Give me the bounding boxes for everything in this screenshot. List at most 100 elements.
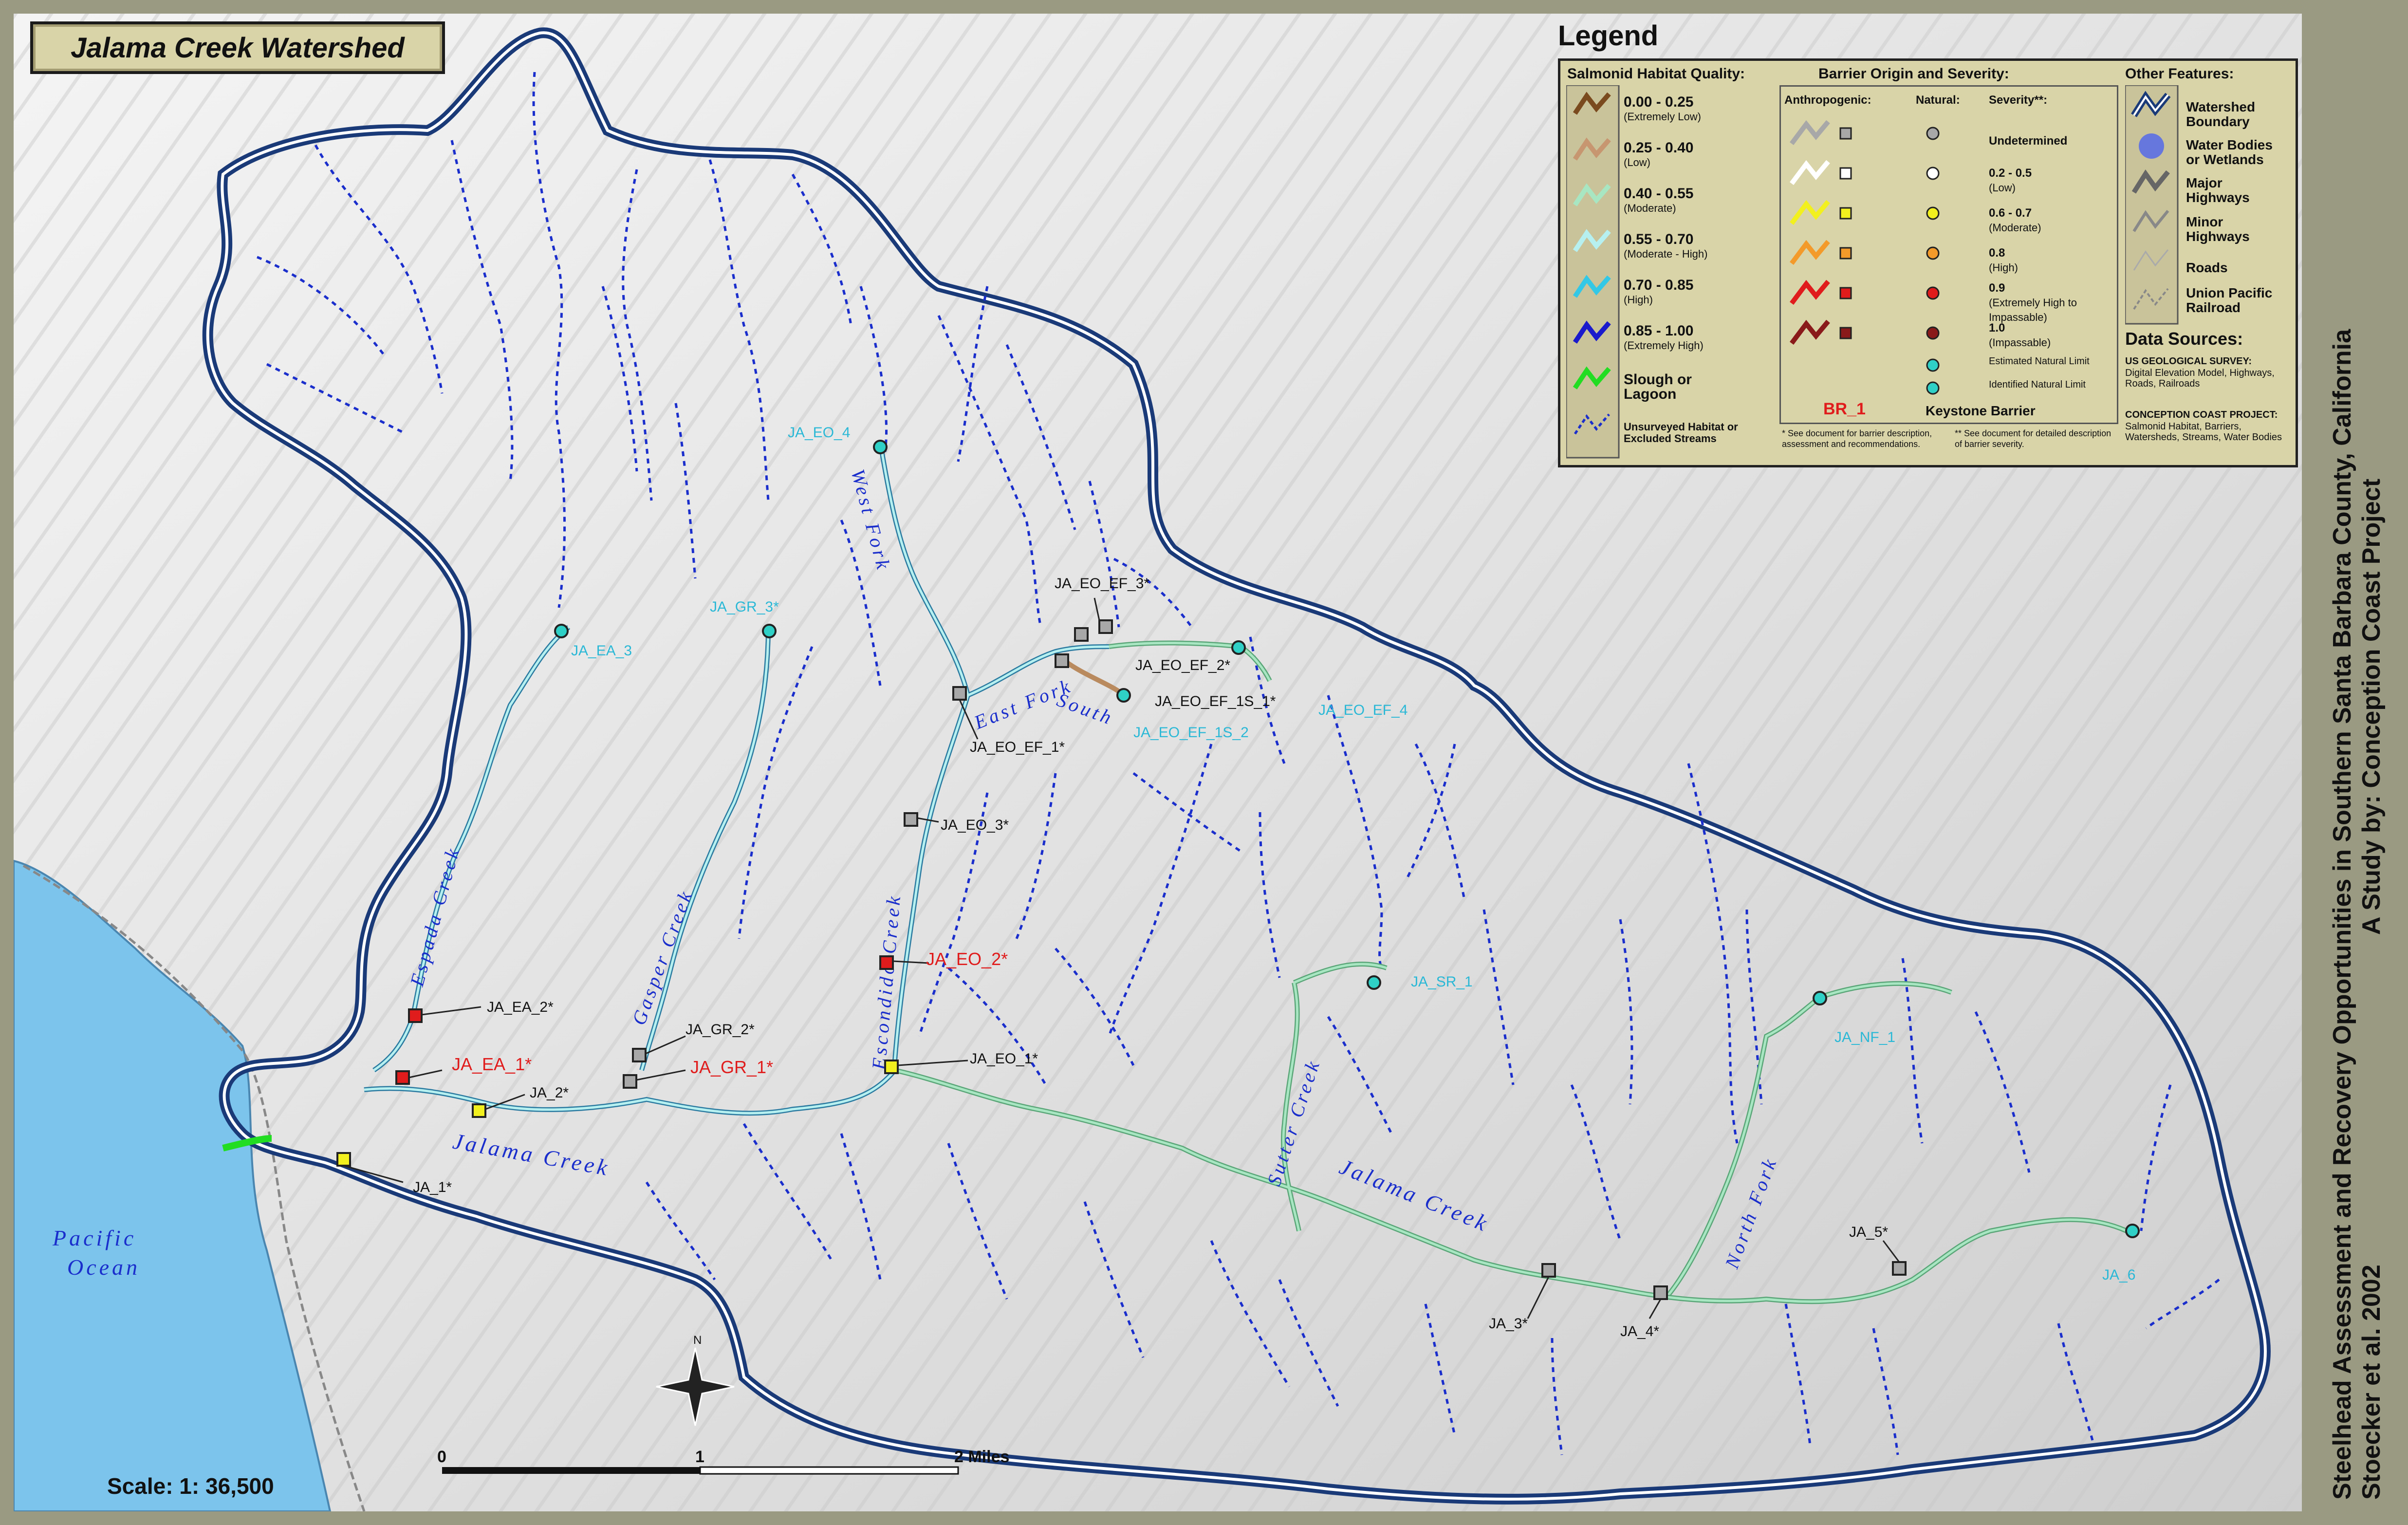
- barrier-ja-gr-2: [632, 1048, 647, 1062]
- legend-other-minor-hwy: Minor Highways: [2186, 214, 2250, 244]
- barrier-ja-ea-1: [395, 1070, 410, 1085]
- barrier-ja-1: [336, 1152, 351, 1167]
- scale-ratio: Scale: 1: 36,500: [107, 1473, 274, 1499]
- label-ja-eo-ef-1s-1: JA_EO_EF_1S_1*: [1155, 693, 1276, 709]
- legend-note1: * See document for barrier description, …: [1782, 428, 1932, 449]
- barrier-ja-ea-2: [408, 1008, 423, 1023]
- legend-sev-impassable: 1.0 (Impassable): [1989, 321, 2051, 349]
- scale-tick-2: 2 Miles: [954, 1448, 1009, 1466]
- label-ja-nf-1: JA_NF_1: [1834, 1029, 1895, 1045]
- legend-other-swatches: [2125, 85, 2179, 325]
- barrier-ja-eo-3: [904, 812, 918, 827]
- barrier-ja-gr-1: [623, 1074, 637, 1089]
- north-label: N: [693, 1334, 702, 1347]
- side-title-line2: Stoecker et al. 2002: [2357, 1265, 2386, 1500]
- side-title: Steelhead Assessment and Recovery Opport…: [2328, 329, 2386, 1500]
- limit-ja-eo-ef-1s-2: [1116, 688, 1131, 703]
- legend: Salmonid Habitat Quality: Barrier Origin…: [1558, 58, 2298, 467]
- legend-habitat-5: 0.85 - 1.00 (Extremely High): [1624, 323, 1704, 352]
- barrier-ja-eo-ef-1: [952, 686, 967, 701]
- limit-ja-gr-3: [762, 624, 777, 638]
- barrier-ja-2: [472, 1103, 486, 1118]
- legend-sev-high: 0.8 (High): [1989, 246, 2018, 274]
- scale-tick-0: 0: [437, 1448, 446, 1466]
- legend-note2: ** See document for detailed description…: [1955, 428, 2112, 449]
- barrier-ja-3: [1541, 1263, 1556, 1278]
- legend-habitat-0: 0.00 - 0.25 (Extremely Low): [1624, 94, 1701, 123]
- barrier-ja-eo-ef-1s-1: [1055, 653, 1069, 668]
- limit-ja-6: [2125, 1224, 2140, 1238]
- legend-severity: Severity**:: [1989, 93, 2048, 107]
- legend-other-major-hwy: Major Highways: [2186, 175, 2250, 205]
- label-ja-eo-ef-2: JA_EO_EF_2*: [1135, 657, 1230, 673]
- legend-habitat-slough: Slough or Lagoon: [1624, 372, 1692, 402]
- legend-habitat-1: 0.25 - 0.40 (Low): [1624, 140, 1694, 169]
- label-ja-gr-2: JA_GR_2*: [685, 1022, 755, 1038]
- label-ja-4: JA_4*: [1620, 1323, 1659, 1339]
- legend-identified-limit: Identified Natural Limit: [1989, 379, 2086, 390]
- label-ja-gr-1: JA_GR_1*: [690, 1057, 773, 1077]
- limit-ja-eo-ef-4: [1231, 640, 1246, 655]
- limit-ja-eo-4: [873, 440, 888, 454]
- limit-ja-sr-1: [1367, 975, 1381, 990]
- barrier-ja-eo-2: [879, 955, 894, 970]
- ocean-label-ocean: Ocean: [67, 1255, 140, 1280]
- legend-other-water: Water Bodies or Wetlands: [2186, 137, 2273, 167]
- barrier-ja-eo-ef-3: [1098, 619, 1113, 634]
- legend-ccp-head: CONCEPTION COAST PROJECT:: [2125, 409, 2278, 420]
- barrier-ja-5: [1892, 1261, 1907, 1276]
- legend-habitat-unsurveyed: Unsurveyed Habitat or Excluded Streams: [1624, 421, 1738, 445]
- legend-other-boundary: Watershed Boundary: [2186, 99, 2256, 129]
- legend-title: Legend: [1558, 20, 1659, 52]
- label-ja-eo-ef-1s-2: JA_EO_EF_1S_2: [1133, 725, 1249, 741]
- scale-tick-1: 1: [695, 1448, 704, 1466]
- legend-keystone: Keystone Barrier: [1926, 403, 2036, 418]
- legend-usgs-text: Digital Elevation Model, Highways, Roads…: [2125, 368, 2275, 389]
- label-ja-ea-3: JA_EA_3: [571, 643, 632, 659]
- legend-other-head: Other Features:: [2125, 66, 2234, 82]
- label-ja-eo-ef-4: JA_EO_EF_4: [1318, 702, 1408, 718]
- legend-severity-symbols: [1790, 120, 1940, 395]
- label-ja-5: JA_5*: [1849, 1224, 1888, 1240]
- label-ja-eo-1: JA_EO_1*: [970, 1051, 1038, 1067]
- legend-br1: BR_1: [1823, 400, 1866, 418]
- label-ja-eo-2: JA_EO_2*: [926, 949, 1008, 969]
- legend-habitat-2: 0.40 - 0.55 (Moderate): [1624, 186, 1694, 215]
- side-title-line1: Steelhead Assessment and Recovery Opport…: [2328, 329, 2356, 1500]
- label-ja-eo-3: JA_EO_3*: [941, 817, 1009, 833]
- legend-habitat-head: Salmonid Habitat Quality:: [1567, 66, 1745, 82]
- label-ja-1: JA_1*: [413, 1179, 452, 1195]
- label-ja-gr-3: JA_GR_3*: [710, 599, 779, 615]
- map-title: Jalama Creek Watershed: [30, 21, 445, 74]
- label-ja-ea-2: JA_EA_2*: [487, 999, 554, 1015]
- legend-sev-extreme: 0.9 (Extremely High to Impassable): [1989, 281, 2077, 323]
- label-ja-ea-1: JA_EA_1*: [452, 1054, 532, 1074]
- side-title-credit: A Study by: Conception Coast Project: [2357, 479, 2386, 935]
- label-ja-eo-4: JA_EO_4: [788, 425, 850, 441]
- legend-habitat-3: 0.55 - 0.70 (Moderate - High): [1624, 231, 1708, 260]
- legend-other-roads: Roads: [2186, 260, 2228, 275]
- label-ja-eo-ef-3: JA_EO_EF_3*: [1055, 576, 1149, 592]
- label-ja-2: JA_2*: [530, 1085, 569, 1101]
- barrier-ja-4: [1653, 1285, 1668, 1300]
- barrier-ja-eo-1: [884, 1060, 899, 1074]
- legend-barrier-head: Barrier Origin and Severity:: [1818, 66, 2009, 82]
- label-ja-3: JA_3*: [1489, 1316, 1528, 1332]
- barrier-ja-eo-ef-2: [1074, 627, 1089, 642]
- legend-habitat-4: 0.70 - 0.85 (High): [1624, 277, 1694, 306]
- legend-anthropogenic: Anthropogenic:: [1784, 93, 1871, 107]
- limit-ja-nf-1: [1813, 991, 1827, 1005]
- legend-data-sources: Data Sources:: [2125, 329, 2243, 349]
- limit-ja-ea-3: [554, 624, 569, 638]
- legend-ccp-text: Salmonid Habitat, Barriers, Watersheds, …: [2125, 421, 2282, 443]
- legend-sev-undetermined: Undetermined: [1989, 134, 2068, 148]
- label-ja-sr-1: JA_SR_1: [1411, 974, 1473, 990]
- legend-usgs-head: US GEOLOGICAL SURVEY:: [2125, 356, 2252, 367]
- label-ja-eo-ef-1: JA_EO_EF_1*: [970, 739, 1065, 755]
- legend-natural: Natural:: [1916, 93, 1960, 107]
- ocean-label-pacific: Pacific: [52, 1226, 136, 1250]
- legend-sev-moderate: 0.6 - 0.7 (Moderate): [1989, 206, 2041, 234]
- legend-other-railroad: Union Pacific Railroad: [2186, 285, 2273, 315]
- legend-habitat-swatches: [1566, 85, 1620, 459]
- legend-sev-low: 0.2 - 0.5 (Low): [1989, 167, 2032, 194]
